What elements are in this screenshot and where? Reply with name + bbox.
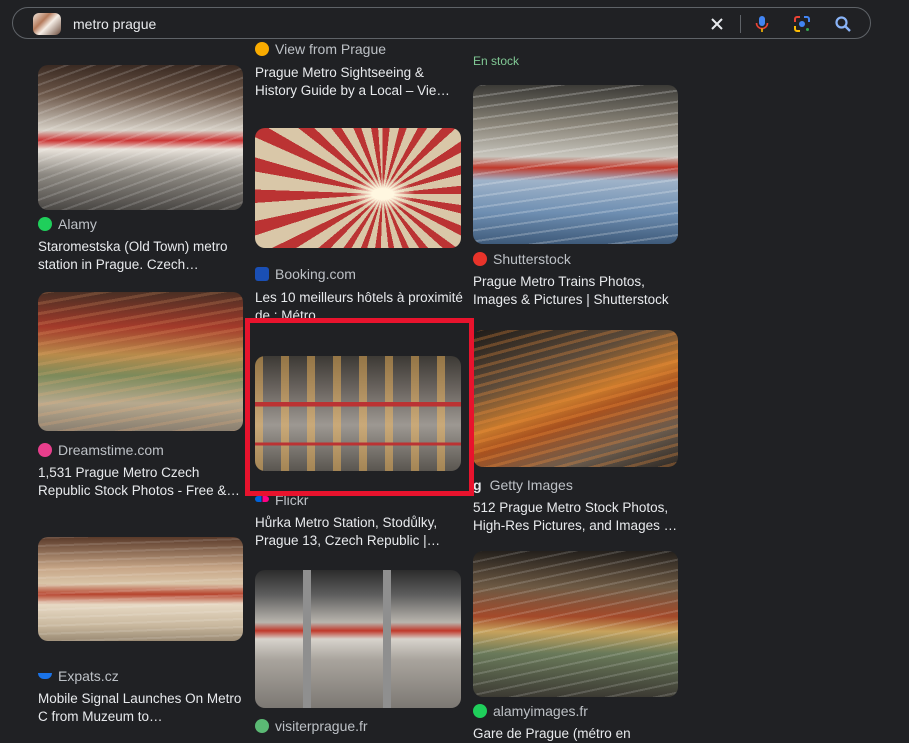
result-source[interactable]: View from Prague — [255, 41, 386, 57]
result-image[interactable] — [473, 551, 678, 697]
result-title[interactable]: Les 10 meilleurs hôtels à proximité de :… — [255, 289, 465, 319]
search-bar[interactable]: metro prague — [12, 7, 871, 39]
result-image[interactable] — [255, 570, 461, 708]
result-source[interactable]: Shutterstock — [473, 251, 571, 267]
result-title[interactable]: Prague Metro Trains Photos, Images & Pic… — [473, 273, 683, 309]
result-title[interactable]: Prague Metro Sightseeing & History Guide… — [255, 64, 465, 100]
viewfromprague-favicon-icon — [255, 42, 269, 56]
result-title[interactable]: 512 Prague Metro Stock Photos, High-Res … — [473, 499, 683, 535]
result-title[interactable]: 1,531 Prague Metro Czech Republic Stock … — [38, 464, 248, 500]
alamyimages-favicon-icon — [473, 704, 487, 718]
result-image[interactable] — [473, 85, 678, 244]
result-title[interactable]: Gare de Prague (métro en — [473, 725, 683, 743]
search-icon[interactable] — [833, 14, 853, 34]
result-image[interactable] — [473, 330, 678, 467]
shutterstock-favicon-icon — [473, 252, 487, 266]
expats-favicon-icon — [38, 673, 52, 679]
result-title[interactable]: Staromestska (Old Town) metro station in… — [38, 238, 248, 274]
microphone-icon[interactable] — [752, 14, 772, 34]
result-image[interactable] — [38, 292, 243, 431]
flickr-favicon-icon — [255, 496, 269, 502]
selection-highlight — [245, 318, 474, 496]
stock-label: En stock — [473, 54, 520, 68]
search-input[interactable]: metro prague — [73, 16, 156, 32]
alamy-favicon-icon — [38, 217, 52, 231]
result-source[interactable]: g Getty Images — [473, 477, 573, 493]
result-title[interactable]: Hůrka Metro Station, Stodůlky, Prague 13… — [255, 514, 465, 550]
search-image-thumbnail[interactable] — [33, 13, 61, 35]
result-image[interactable] — [38, 537, 243, 641]
result-source[interactable]: Alamy — [38, 216, 97, 232]
result-image[interactable] — [38, 65, 243, 210]
gettyimages-favicon-icon: g — [473, 477, 482, 493]
result-title[interactable]: Mobile Signal Launches On Metro C from M… — [38, 690, 248, 726]
result-source[interactable]: alamyimages.fr — [473, 703, 588, 719]
close-icon[interactable] — [707, 14, 727, 34]
search-divider — [740, 15, 741, 33]
result-image[interactable] — [255, 128, 461, 248]
dreamstime-favicon-icon — [38, 443, 52, 457]
result-source[interactable]: Dreamstime.com — [38, 442, 164, 458]
result-source[interactable]: Expats.cz — [38, 668, 119, 684]
visiterprague-favicon-icon — [255, 719, 269, 733]
google-lens-icon[interactable] — [792, 14, 812, 34]
booking-favicon-icon — [255, 267, 269, 281]
result-source[interactable]: Booking.com — [255, 266, 356, 282]
result-source[interactable]: visiterprague.fr — [255, 718, 368, 734]
